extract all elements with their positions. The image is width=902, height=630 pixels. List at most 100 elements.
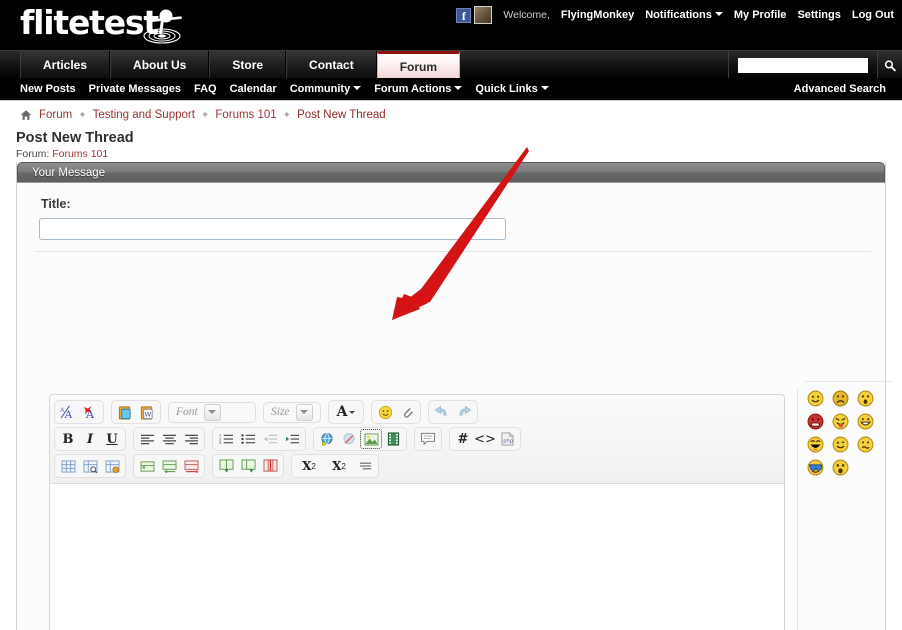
breadcrumb-item-forums-101[interactable]: Forums 101	[215, 109, 276, 121]
subnav-forum-actions[interactable]: Forum Actions	[374, 83, 463, 95]
message-textarea[interactable]	[50, 484, 784, 630]
insert-video-icon[interactable]	[382, 429, 404, 449]
home-icon[interactable]	[20, 109, 32, 121]
nav-tab-articles[interactable]: Articles	[20, 51, 111, 79]
smiley-divider-top	[805, 381, 893, 382]
search-input[interactable]	[738, 57, 868, 73]
breadcrumb-separator-icon: ✦	[78, 109, 87, 121]
unlink-icon[interactable]	[338, 429, 360, 449]
superscript-icon[interactable]: X2	[324, 456, 354, 476]
nav-tab-list: Articles About Us Store Contact Forum	[20, 51, 461, 79]
breadcrumb-separator-icon: ✦	[282, 109, 292, 121]
ordered-list-icon[interactable]: 123	[215, 429, 237, 449]
smiley-eek[interactable]	[832, 459, 849, 476]
insert-link-icon[interactable]	[316, 429, 338, 449]
search-area	[728, 51, 902, 79]
user-menu: f Welcome, FlyingMonkey Notifications My…	[456, 0, 894, 26]
align-center-icon[interactable]	[158, 429, 180, 449]
font-style-icon[interactable]: A	[79, 402, 101, 422]
advanced-search-link[interactable]: Advanced Search	[794, 83, 886, 95]
facebook-icon[interactable]: f	[456, 7, 472, 23]
breadcrumb-item-testing-and-support[interactable]: Testing and Support	[93, 109, 195, 121]
avatar[interactable]	[474, 6, 493, 24]
secondary-navigation: New Posts Private Messages FAQ Calendar …	[0, 78, 902, 100]
smiley-wink[interactable]	[832, 436, 849, 453]
insert-column-after-icon[interactable]	[237, 456, 259, 476]
align-right-icon[interactable]	[180, 429, 202, 449]
insert-table-icon[interactable]	[57, 456, 79, 476]
username-link[interactable]: FlyingMonkey	[561, 9, 634, 21]
subnav-faq[interactable]: FAQ	[194, 83, 217, 95]
subnav-quick-links[interactable]: Quick Links	[475, 83, 549, 95]
toolbar-row-1: AA A W Font Size A	[54, 400, 780, 424]
align-left-icon[interactable]	[136, 429, 158, 449]
subnav-community[interactable]: Community	[290, 83, 362, 95]
message-editor: AA A W Font Size A B I U 1 2 3 # <> php …	[49, 394, 785, 630]
insert-code-icon[interactable]: <>	[474, 429, 496, 449]
my-profile-link[interactable]: My Profile	[734, 9, 787, 21]
nav-tab-about-us[interactable]: About Us	[110, 51, 210, 79]
panel-body: Title: AA A W Font Size A B I U 1 2 3 # …	[17, 182, 893, 630]
welcome-text: Welcome,	[503, 9, 550, 21]
font-select[interactable]: Font	[168, 401, 256, 423]
svg-text:3: 3	[219, 441, 221, 445]
insert-php-icon[interactable]: php	[496, 429, 518, 449]
redo-icon[interactable]	[453, 402, 475, 422]
insert-hash-icon[interactable]: #	[452, 429, 474, 449]
notifications-link[interactable]: Notifications	[645, 9, 723, 21]
size-select[interactable]: Size	[263, 401, 321, 423]
paste-from-word-icon[interactable]: W	[136, 402, 158, 422]
remove-formatting-icon[interactable]: AA	[57, 402, 79, 422]
insert-row-icon[interactable]	[136, 456, 158, 476]
paste-icon[interactable]	[114, 402, 136, 422]
forum-name-link[interactable]: Forums 101	[52, 148, 108, 160]
forum-prefix-label: Forum:	[16, 148, 50, 160]
insert-image-icon[interactable]	[360, 429, 382, 449]
title-input[interactable]	[39, 218, 506, 240]
smiley-surprised[interactable]	[857, 390, 874, 407]
nav-tab-store[interactable]: Store	[209, 51, 287, 79]
smiley-sad[interactable]	[832, 390, 849, 407]
outdent-icon[interactable]	[259, 429, 281, 449]
smiley-mad[interactable]	[807, 413, 824, 430]
smiley-confused[interactable]	[857, 436, 874, 453]
breadcrumb-item-forum[interactable]: Forum	[39, 109, 72, 121]
attachment-icon[interactable]	[396, 402, 418, 422]
smiley-panel	[807, 390, 889, 476]
insert-row-before-icon[interactable]	[158, 456, 180, 476]
unordered-list-icon[interactable]	[237, 429, 259, 449]
nav-tab-forum[interactable]: Forum	[376, 51, 461, 79]
smiley-big-grin[interactable]	[857, 413, 874, 430]
nav-tab-contact[interactable]: Contact	[286, 51, 377, 79]
toolbar-group-insert	[371, 400, 421, 424]
delete-table-icon[interactable]	[101, 456, 123, 476]
subnav-calendar[interactable]: Calendar	[230, 83, 277, 95]
insert-column-icon[interactable]	[215, 456, 237, 476]
undo-icon[interactable]	[431, 402, 453, 422]
indent-icon[interactable]	[281, 429, 303, 449]
bold-icon[interactable]: B	[57, 429, 79, 449]
settings-link[interactable]: Settings	[797, 9, 840, 21]
toolbar-group-code: # <> php	[449, 427, 521, 451]
subnav-list: New Posts Private Messages FAQ Calendar …	[20, 83, 549, 95]
smiley-tongue[interactable]	[832, 413, 849, 430]
subnav-private-messages[interactable]: Private Messages	[89, 83, 181, 95]
chevron-down-icon	[353, 86, 362, 90]
smiley-happy[interactable]	[807, 390, 824, 407]
insert-quote-icon[interactable]	[417, 429, 439, 449]
table-properties-icon[interactable]	[79, 456, 101, 476]
subnav-new-posts[interactable]: New Posts	[20, 83, 76, 95]
horizontal-rule-icon[interactable]	[354, 456, 376, 476]
subscript-icon[interactable]: X2	[294, 456, 324, 476]
search-button[interactable]	[877, 51, 902, 79]
site-logo[interactable]: flitetest	[20, 3, 159, 42]
log-out-link[interactable]: Log Out	[852, 9, 894, 21]
smiley-laugh[interactable]	[807, 436, 824, 453]
font-color-icon[interactable]: A	[331, 402, 361, 422]
delete-column-icon[interactable]	[259, 456, 281, 476]
italic-icon[interactable]: I	[79, 429, 101, 449]
smiley-cool[interactable]	[807, 459, 824, 476]
underline-icon[interactable]: U	[101, 429, 123, 449]
smiley-insert-icon[interactable]	[374, 402, 396, 422]
delete-row-icon[interactable]	[180, 456, 202, 476]
